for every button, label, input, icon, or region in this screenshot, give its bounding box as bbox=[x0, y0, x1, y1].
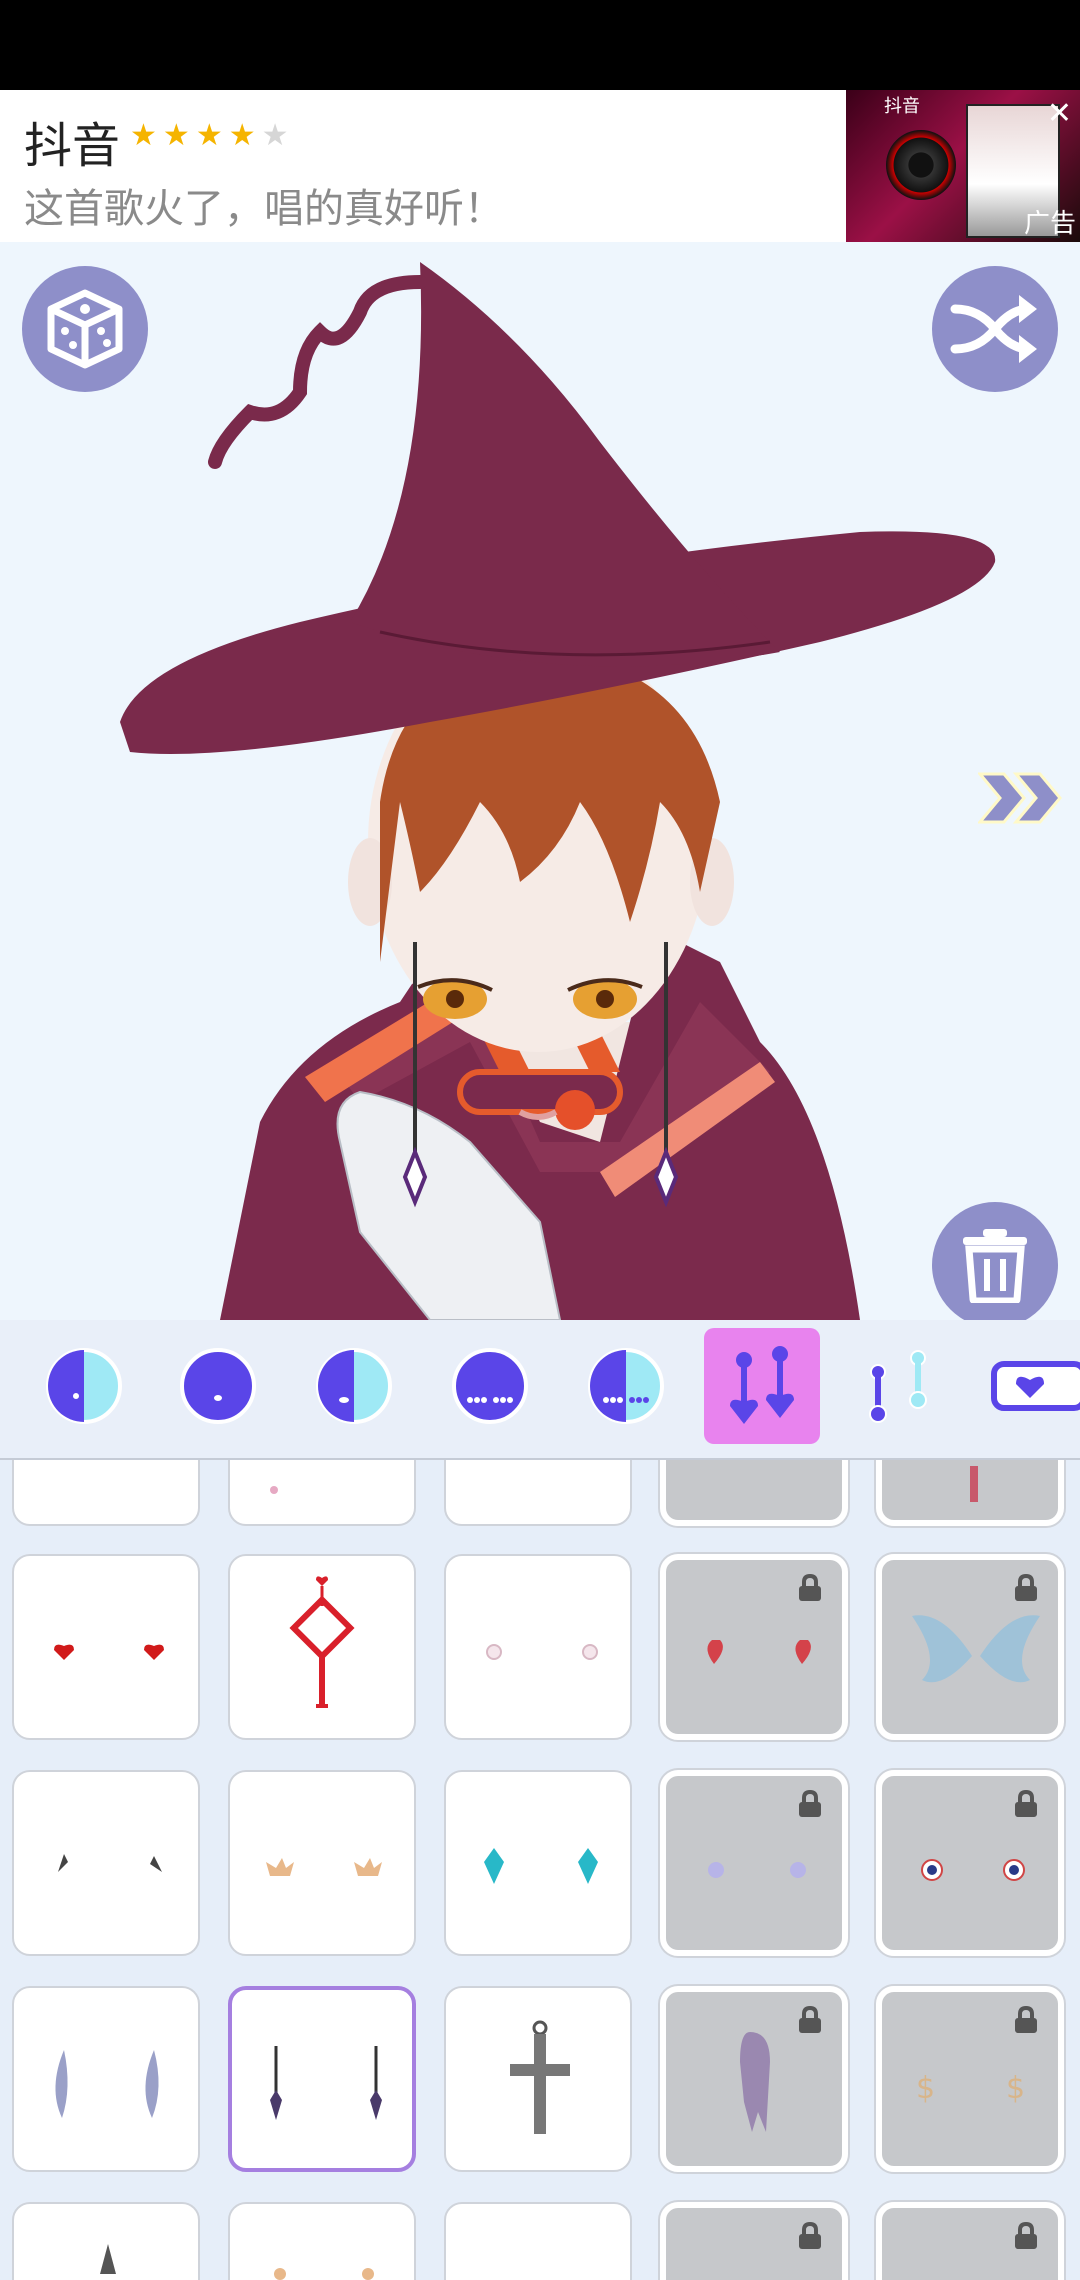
earrings-icon bbox=[730, 1346, 794, 1424]
dagger-icon bbox=[100, 2244, 116, 2274]
red-drop-icon bbox=[970, 1466, 978, 1502]
item-dagger[interactable] bbox=[12, 2202, 200, 2280]
double-chevron-right-icon bbox=[976, 772, 1062, 824]
item-crown-studs[interactable] bbox=[228, 1770, 416, 1956]
tab-face-dots[interactable] bbox=[432, 1328, 548, 1444]
trash-icon bbox=[963, 1229, 1027, 1303]
vinyl-record-image bbox=[886, 130, 956, 200]
gold-earring-icon bbox=[274, 2268, 374, 2280]
tab-earrings[interactable] bbox=[704, 1328, 820, 1444]
heart-earring-icon bbox=[54, 1644, 164, 1660]
tab-heart-tag[interactable] bbox=[976, 1328, 1080, 1444]
item-pearl-studs[interactable] bbox=[444, 1554, 632, 1740]
svg-text:$: $ bbox=[916, 2071, 935, 2106]
item-ghost-locked[interactable] bbox=[660, 1986, 848, 2172]
item-cell-locked[interactable] bbox=[660, 2202, 848, 2280]
item-gold-partial[interactable] bbox=[228, 2202, 416, 2280]
delete-button[interactable] bbox=[932, 1202, 1058, 1320]
star-empty-icon: ★ bbox=[261, 118, 295, 153]
star-icon: ★ bbox=[130, 118, 163, 153]
star-icon: ★ bbox=[162, 118, 196, 153]
earrings-alt-icon bbox=[869, 1350, 927, 1423]
ad-banner[interactable]: 抖音 ★★★★★ 这首歌火了，唱的真好听！ 抖音 ✕ 广告 bbox=[0, 90, 1080, 242]
item-dollar-locked[interactable]: $ $ bbox=[876, 1986, 1064, 2172]
ad-app-name: 抖音 bbox=[24, 118, 121, 174]
item-eye-studs-locked[interactable] bbox=[876, 1770, 1064, 1956]
heart-tag-icon bbox=[991, 1361, 1080, 1411]
orb-icon bbox=[708, 1862, 806, 1878]
item-strawberry-locked[interactable] bbox=[660, 1554, 848, 1740]
item-silver-cross[interactable] bbox=[444, 1986, 632, 2172]
hat-cone bbox=[350, 262, 780, 667]
pearl-earring-icon bbox=[486, 1644, 598, 1660]
ad-description: 这首歌火了，唱的真好听！ bbox=[24, 186, 504, 232]
face-dots-icon bbox=[452, 1348, 528, 1424]
ad-label: 广告 bbox=[1023, 209, 1076, 239]
face-side-icon bbox=[316, 1348, 392, 1424]
face-half-dots-icon bbox=[588, 1348, 664, 1424]
item-cyan-crystal[interactable] bbox=[444, 1770, 632, 1956]
tab-face-half-dots[interactable] bbox=[568, 1328, 684, 1444]
item-cell-locked[interactable] bbox=[876, 2202, 1064, 2280]
pink-stud-icon bbox=[270, 1486, 278, 1494]
next-button[interactable] bbox=[976, 770, 1064, 830]
item-grid: $ $ bbox=[0, 1460, 1080, 2280]
status-bar bbox=[0, 0, 1080, 90]
item-heart-studs[interactable] bbox=[12, 1554, 200, 1740]
item-cell-locked[interactable] bbox=[876, 1460, 1064, 1526]
ad-thumbnail[interactable]: 抖音 ✕ 广告 bbox=[846, 90, 1080, 242]
randomize-button[interactable] bbox=[22, 266, 148, 392]
shuffle-button[interactable] bbox=[932, 266, 1058, 392]
item-butterfly-wing-locked[interactable] bbox=[876, 1554, 1064, 1740]
star-icon: ★ bbox=[228, 118, 262, 153]
crystal-earring-icon bbox=[484, 1848, 598, 1884]
item-cell-locked[interactable] bbox=[660, 1460, 848, 1526]
feather-earring-icon bbox=[55, 2050, 159, 2118]
star-icon: ★ bbox=[195, 118, 229, 153]
item-feather-drops[interactable] bbox=[12, 1986, 200, 2172]
item-cell[interactable] bbox=[12, 1460, 200, 1526]
tab-face-half[interactable] bbox=[26, 1328, 142, 1444]
lock-icon bbox=[1015, 2222, 1037, 2249]
ad-thumb-brand: 抖音 bbox=[884, 96, 920, 117]
cross-icon bbox=[510, 2020, 570, 2134]
item-dangle-black-selected[interactable] bbox=[228, 1986, 416, 2172]
chinese-knot-icon bbox=[289, 1576, 355, 1708]
eye-earring-icon bbox=[921, 1859, 1025, 1881]
svg-text:$: $ bbox=[1006, 2071, 1025, 2106]
dollar-earring-icon: $ $ bbox=[916, 2071, 1025, 2106]
item-chinese-knot[interactable] bbox=[228, 1554, 416, 1740]
tab-face-dot[interactable] bbox=[160, 1328, 276, 1444]
ad-close-button[interactable]: ✕ bbox=[1047, 96, 1072, 131]
ghost-icon bbox=[740, 2032, 770, 2132]
ad-rating: ★★★★★ bbox=[130, 118, 295, 153]
tab-face-side[interactable] bbox=[296, 1328, 412, 1444]
item-cell[interactable] bbox=[228, 1460, 416, 1526]
crown-earring-icon bbox=[266, 1858, 382, 1876]
spike-earring-icon bbox=[58, 1854, 162, 1872]
item-cell[interactable] bbox=[444, 1460, 632, 1526]
tab-earrings-alt[interactable] bbox=[840, 1328, 956, 1444]
avatar-canvas bbox=[0, 242, 1080, 1320]
shuffle-icon bbox=[950, 295, 1037, 363]
item-spike-studs[interactable] bbox=[12, 1770, 200, 1956]
item-cell[interactable] bbox=[444, 2202, 632, 2280]
face-half-icon bbox=[46, 1348, 122, 1424]
dice-icon bbox=[47, 289, 123, 369]
lock-icon bbox=[799, 2222, 821, 2249]
wing-icon bbox=[912, 1615, 1040, 1683]
item-orb-locked[interactable] bbox=[660, 1770, 848, 1956]
strawberry-icon bbox=[707, 1640, 811, 1664]
category-tabs bbox=[0, 1320, 1080, 1460]
avatar-illustration bbox=[120, 262, 996, 1320]
face-dot-icon bbox=[180, 1348, 256, 1424]
dangle-earring-icon bbox=[270, 2046, 382, 2120]
